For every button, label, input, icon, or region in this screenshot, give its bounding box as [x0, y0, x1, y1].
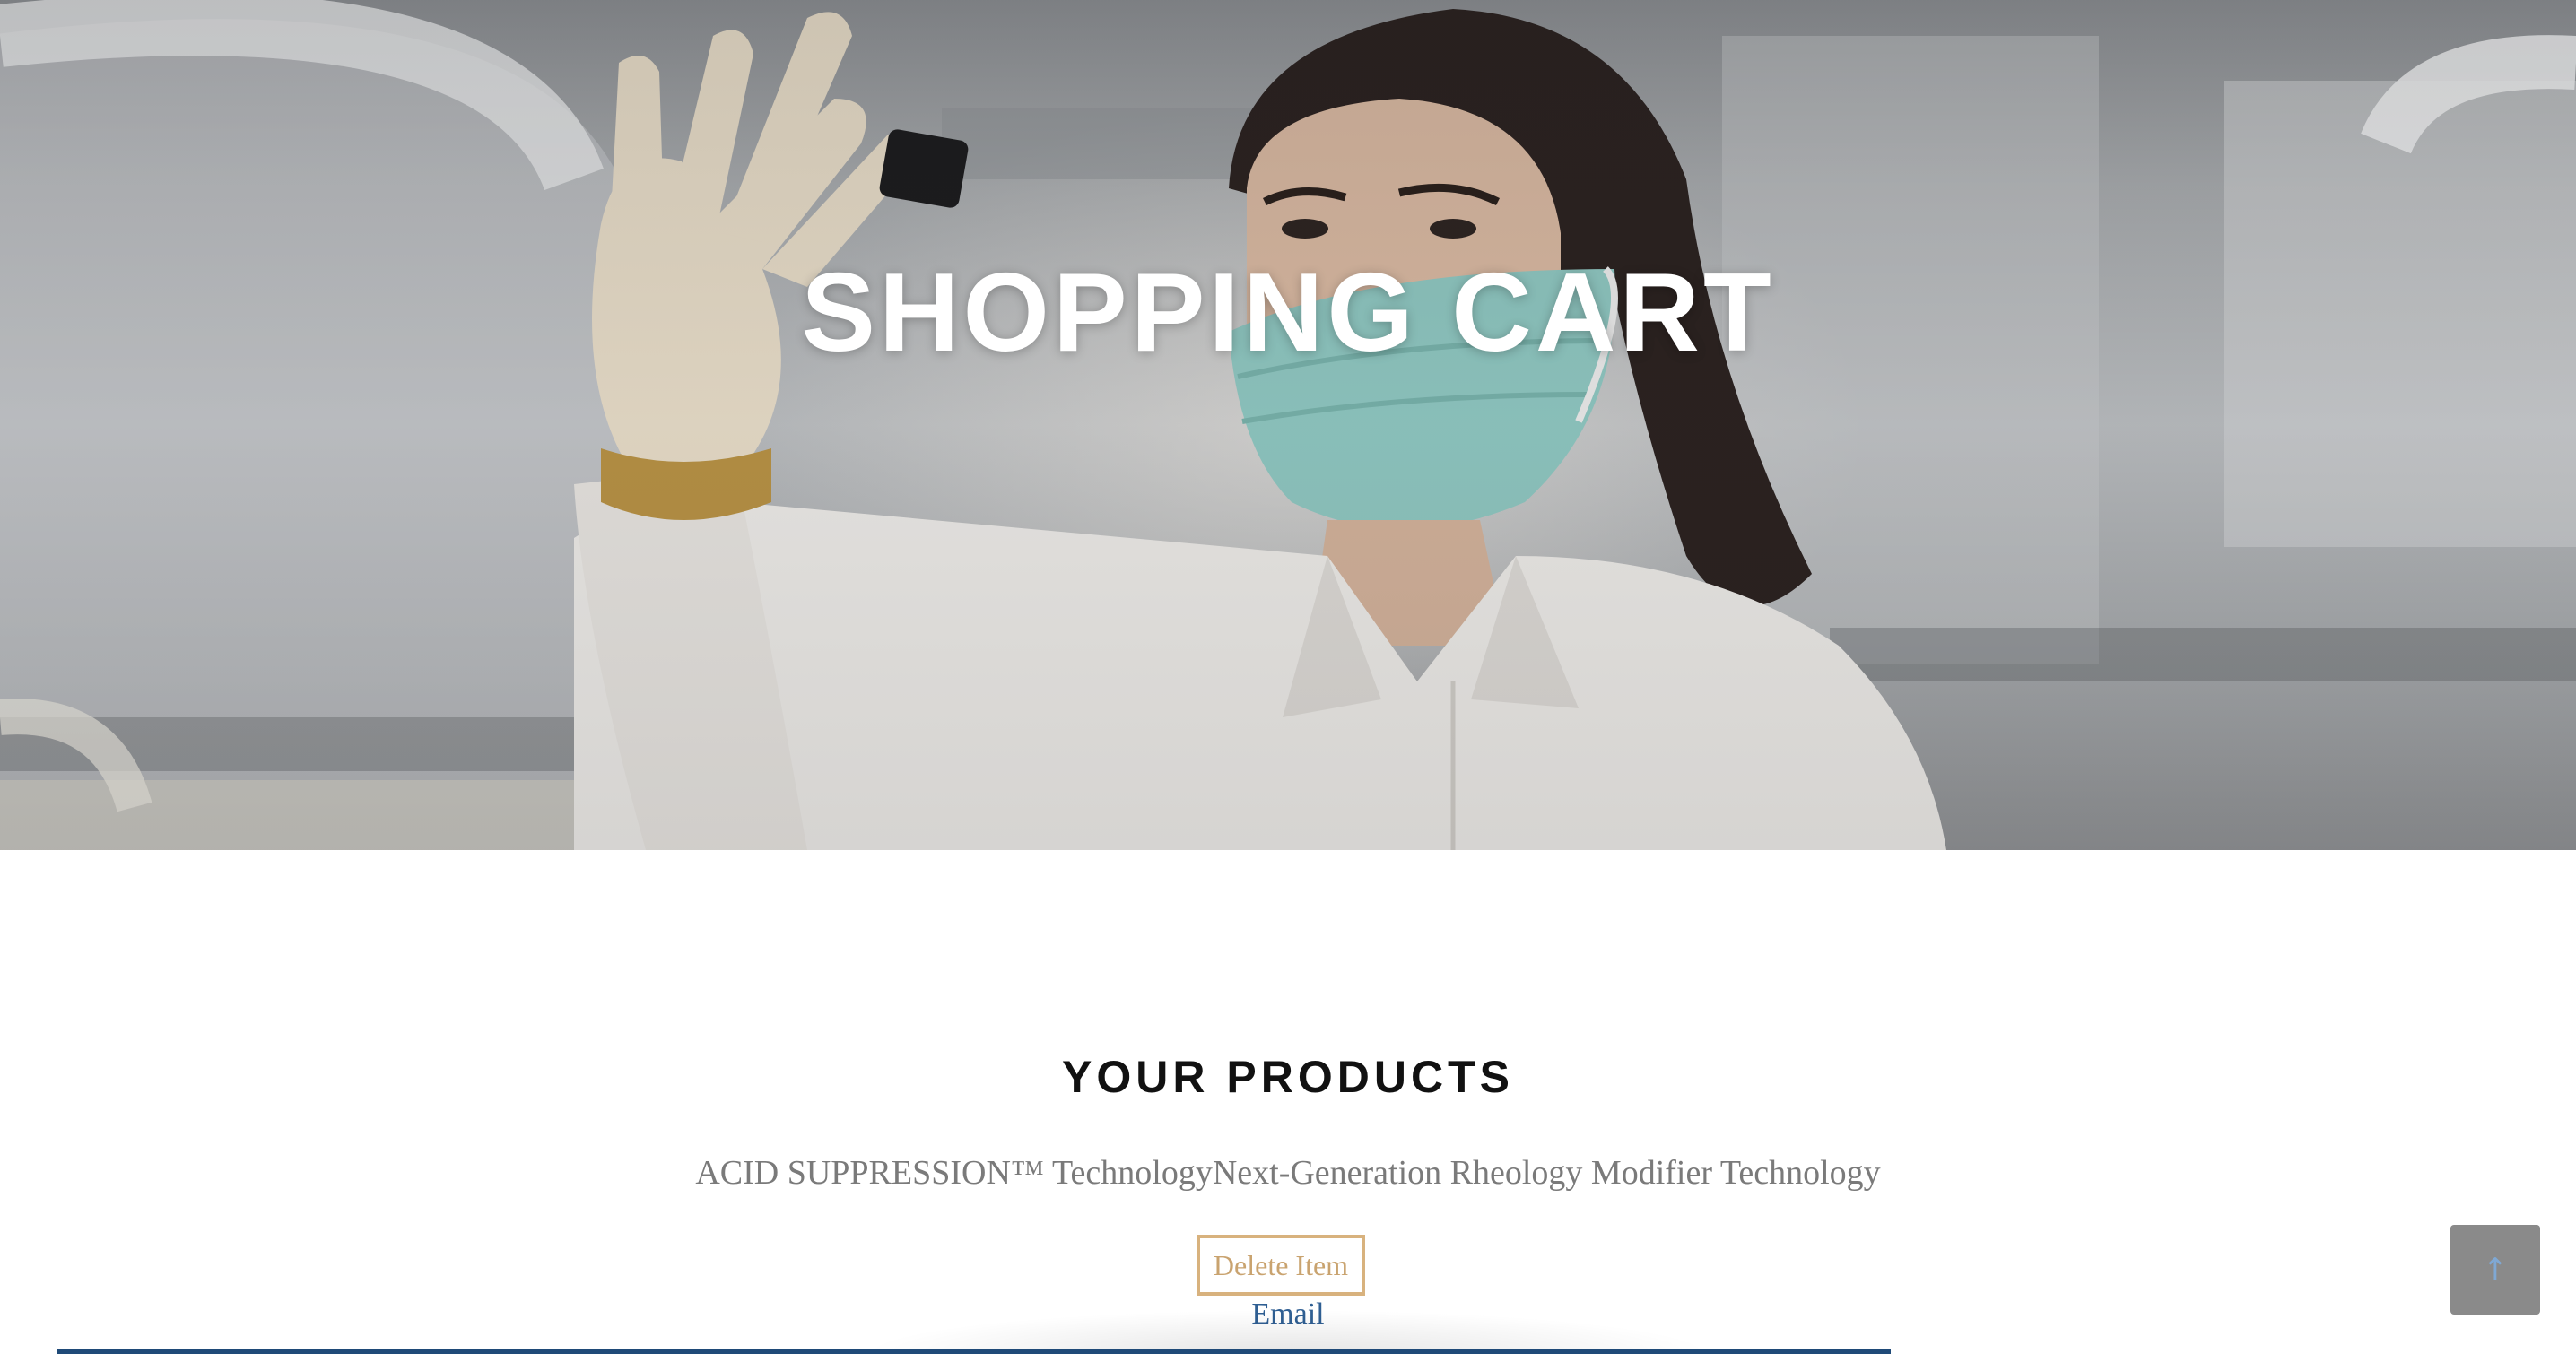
- arrow-up-icon: ↑: [2482, 1252, 2509, 1288]
- delete-item-button[interactable]: Delete Item: [1197, 1235, 1365, 1296]
- section-heading: YOUR PRODUCTS: [1062, 1052, 1514, 1102]
- bottom-bar: [57, 1349, 1891, 1354]
- shopping-cart-page: SHOPPING CART YOUR PRODUCTS ACID SUPPRES…: [0, 0, 2576, 1354]
- hero-overlay: [0, 0, 2576, 850]
- email-link[interactable]: Email: [0, 1298, 2576, 1332]
- hero-banner: SHOPPING CART: [0, 0, 2576, 850]
- page-title: SHOPPING CART: [801, 251, 1775, 375]
- cart-product-name: ACID SUPPRESSION™ TechnologyNext-Generat…: [695, 1154, 1881, 1192]
- back-to-top-button[interactable]: ↑: [2450, 1225, 2540, 1315]
